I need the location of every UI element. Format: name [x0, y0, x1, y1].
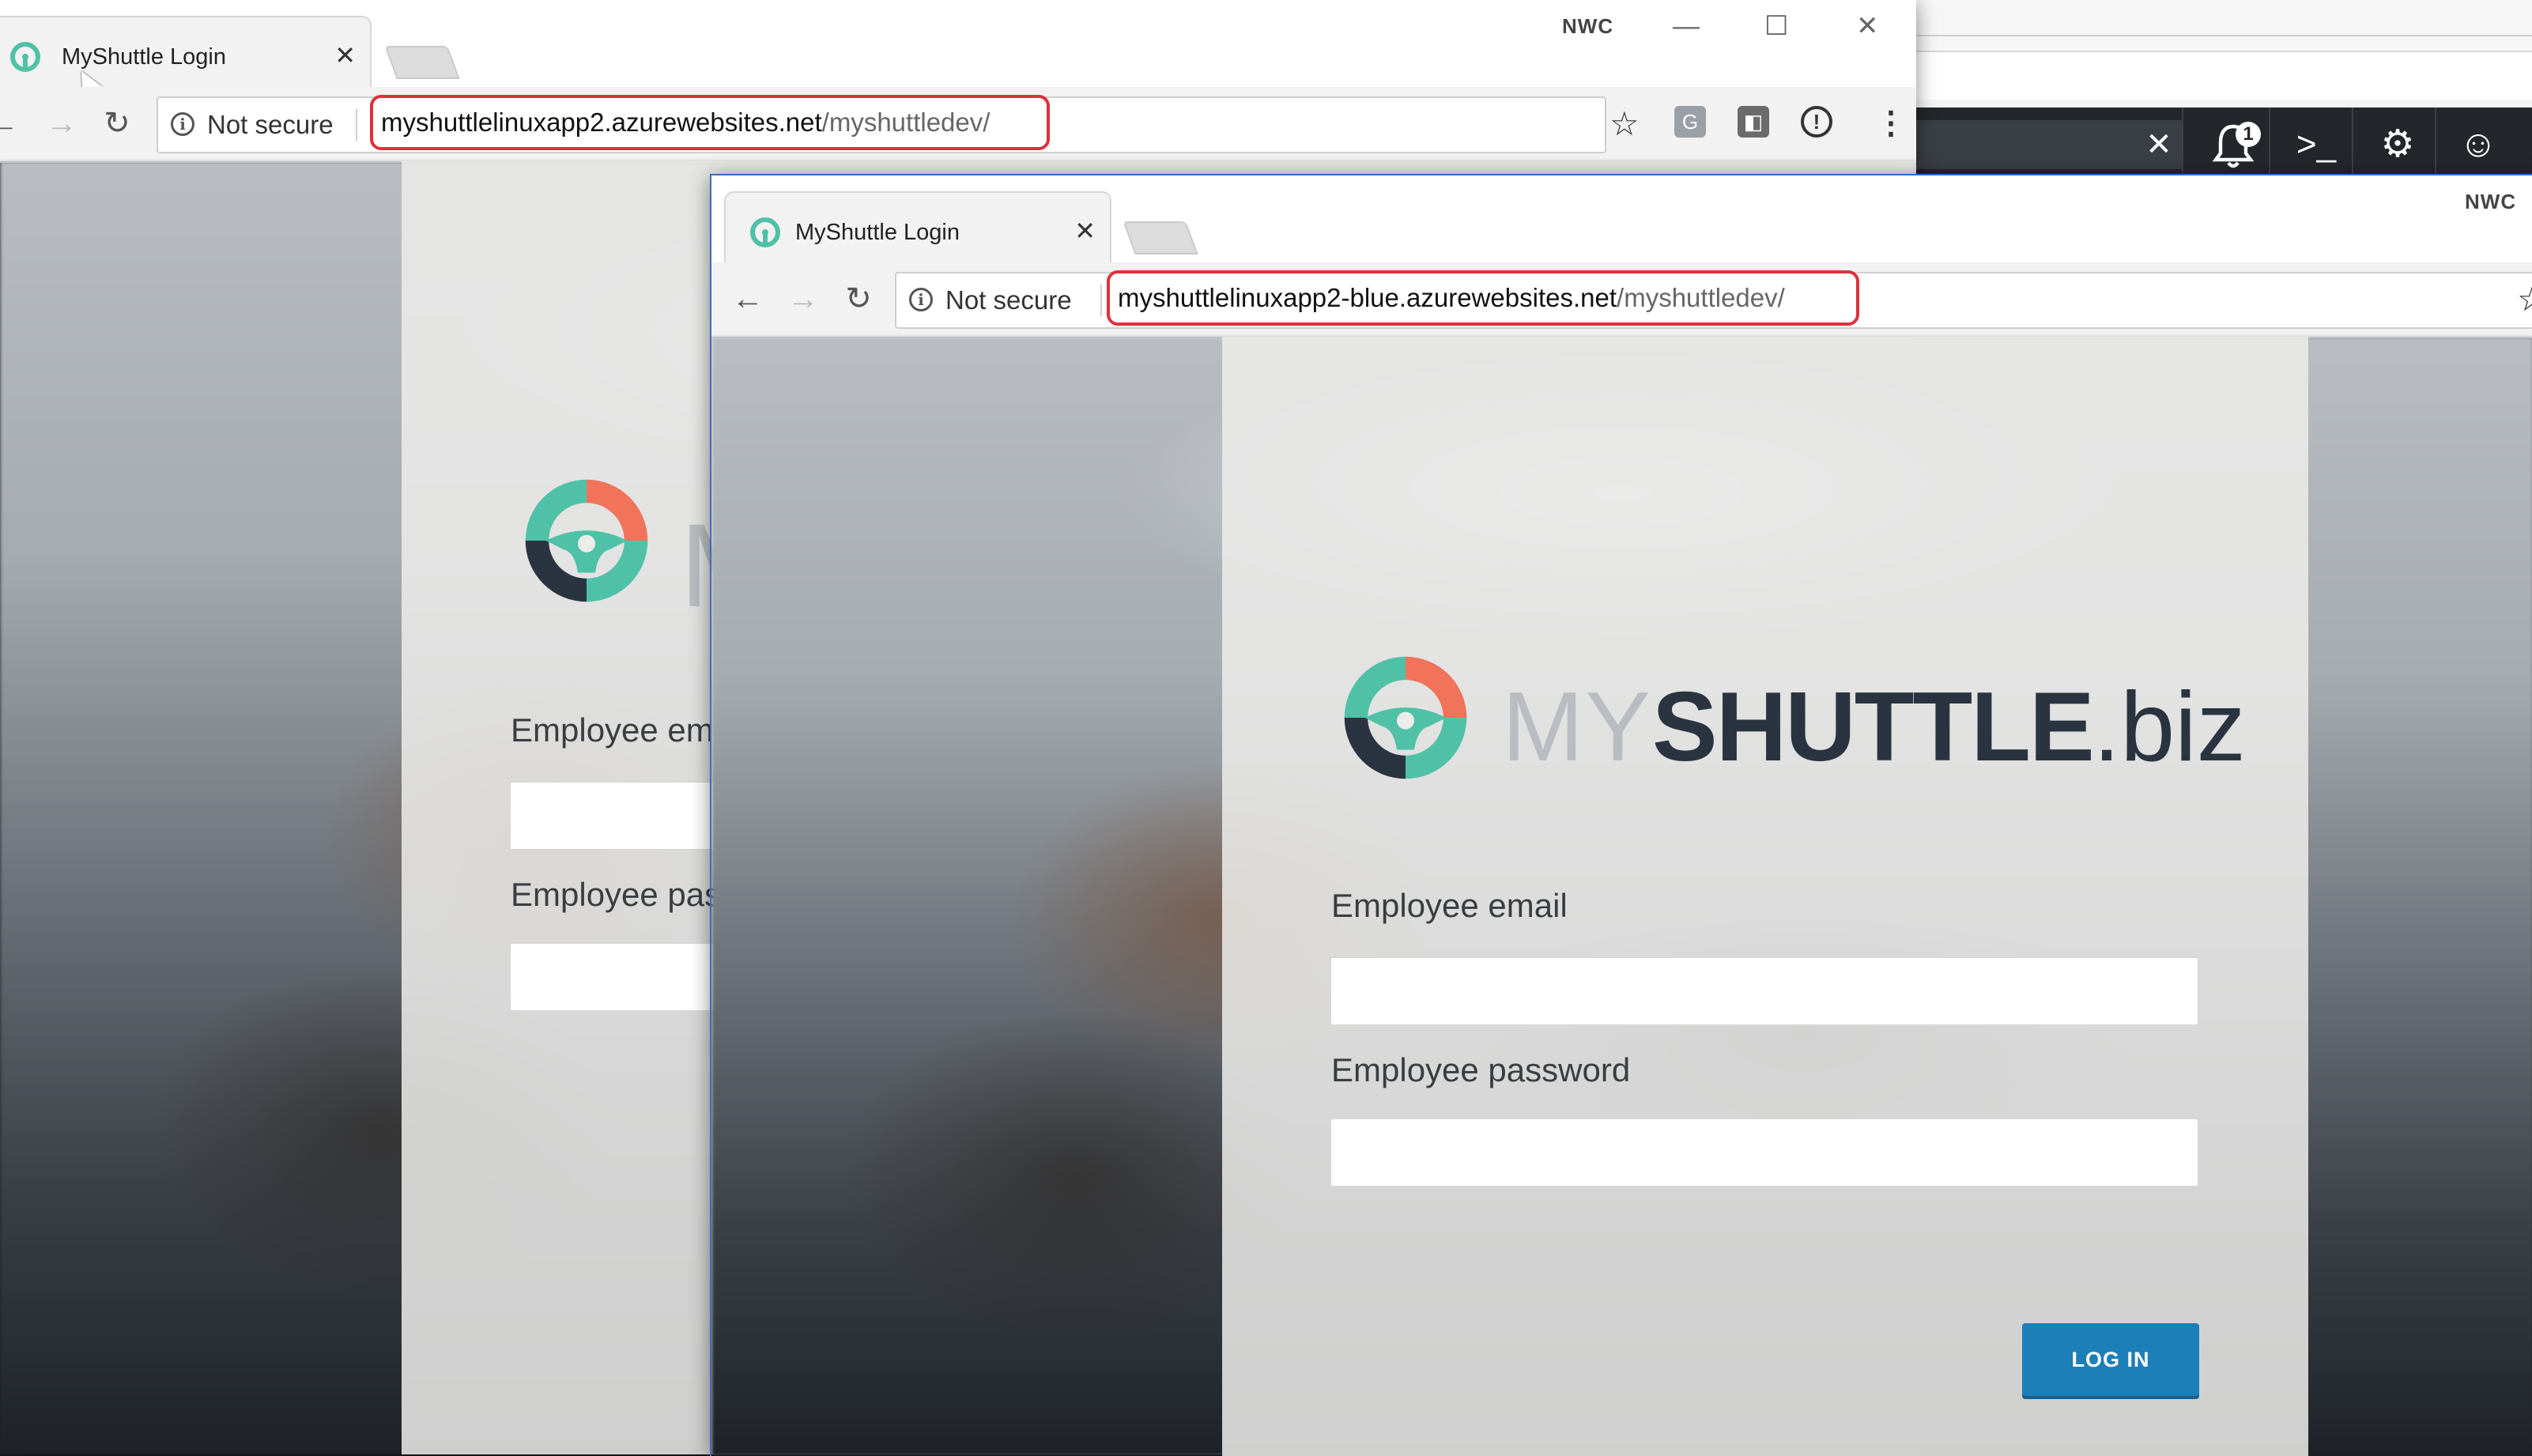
- extension-password-icon[interactable]: !: [1801, 106, 1832, 138]
- logo-wordmark: MYSHUTTLE.biz: [1502, 678, 2246, 776]
- url-host: myshuttlelinuxapp2-blue.azurewebsites.ne…: [1118, 283, 1617, 312]
- tab-myshuttle-login[interactable]: MyShuttle Login ✕: [0, 16, 372, 89]
- myshuttle-logo-icon: [1344, 656, 1467, 779]
- extension-g-icon[interactable]: G: [1674, 106, 1706, 138]
- portal-top-bar: ✕ 1 >_ ⚙ ☺: [1897, 108, 2532, 182]
- bookmark-star-icon[interactable]: ☆: [1609, 104, 1640, 144]
- divider: [356, 109, 357, 141]
- logo-biz: .biz: [2092, 673, 2246, 782]
- back-arrow-icon[interactable]: ←: [0, 101, 25, 145]
- close-window-icon[interactable]: ✕: [1856, 6, 1879, 46]
- url-highlight-annotation: myshuttlelinuxapp2.azurewebsites.net/mys…: [370, 95, 1050, 150]
- notification-count-badge: 1: [2236, 122, 2261, 147]
- tab-close-icon[interactable]: ✕: [1074, 215, 1096, 247]
- logo-my: MY: [1502, 673, 1652, 782]
- password-label: Employee password: [1331, 1051, 1631, 1088]
- email-label: Employee em: [511, 711, 714, 749]
- url-text[interactable]: myshuttlelinuxapp2.azurewebsites.net/mys…: [381, 98, 990, 147]
- extension-pocket-icon[interactable]: ◧: [1738, 106, 1769, 138]
- divider: [1100, 285, 1102, 316]
- bell-icon[interactable]: 1: [2206, 119, 2261, 171]
- bookmark-star-icon[interactable]: ☆: [2517, 280, 2532, 319]
- new-tab-button[interactable]: [384, 46, 460, 79]
- tab-myshuttle-login[interactable]: MyShuttle Login ✕: [724, 191, 1111, 264]
- close-icon[interactable]: ✕: [2131, 119, 2187, 171]
- browser-toolbar: ← → ↻ i Not secure myshuttlelinuxapp2-bl…: [711, 262, 2532, 338]
- gear-icon[interactable]: ⚙: [2370, 119, 2425, 171]
- divider: [2269, 108, 2270, 182]
- maximize-icon[interactable]: ☐: [1764, 6, 1788, 46]
- login-button[interactable]: LOG IN: [2022, 1323, 2199, 1396]
- tab-strip: MyShuttle Login ✕ NWC: [711, 175, 2532, 264]
- back-arrow-icon[interactable]: ←: [726, 277, 770, 321]
- password-label: Employee pas: [511, 876, 722, 913]
- profile-badge: NWC: [1562, 14, 1614, 38]
- minimize-icon[interactable]: —: [1673, 6, 1700, 46]
- url-path: /myshuttledev/: [821, 108, 991, 137]
- address-bar[interactable]: i Not secure myshuttlelinuxapp2-blue.azu…: [895, 270, 2532, 329]
- divider: [2352, 108, 2353, 182]
- tab-title: MyShuttle Login: [795, 220, 960, 245]
- forward-arrow-icon[interactable]: →: [40, 101, 84, 145]
- new-tab-button[interactable]: [1123, 221, 1198, 255]
- login-panel: MYSHUTTLE.biz Employee email Employee pa…: [1222, 337, 2308, 1456]
- security-indicator[interactable]: Not secure: [207, 98, 334, 152]
- myshuttle-favicon-icon: [10, 42, 40, 72]
- portal-header-area: [1913, 51, 2532, 100]
- logo-shuttle: SHUTTLE: [1652, 673, 2095, 782]
- url-highlight-annotation: myshuttlelinuxapp2-blue.azurewebsites.ne…: [1107, 270, 1859, 326]
- divider: [2435, 108, 2436, 182]
- myshuttle-favicon-icon: [750, 217, 780, 247]
- profile-badge: NWC: [2465, 190, 2517, 213]
- reload-icon[interactable]: ↻: [95, 101, 139, 145]
- browser-toolbar: ← → ↻ i Not secure myshuttlelinuxapp2.az…: [0, 87, 1916, 163]
- url-host: myshuttlelinuxapp2.azurewebsites.net: [381, 108, 822, 137]
- divider: [1913, 35, 2532, 36]
- menu-kebab-icon[interactable]: ⋮: [1875, 101, 1907, 145]
- url-path: /myshuttledev/: [1617, 283, 1785, 312]
- url-text[interactable]: myshuttlelinuxapp2-blue.azurewebsites.ne…: [1118, 273, 1785, 323]
- smiley-icon[interactable]: ☺: [2451, 119, 2506, 171]
- divider: [2182, 108, 2183, 182]
- address-bar[interactable]: i Not secure myshuttlelinuxapp2.azureweb…: [157, 95, 1606, 153]
- email-field[interactable]: [1330, 956, 2199, 1026]
- info-icon[interactable]: i: [171, 112, 194, 136]
- reload-icon[interactable]: ↻: [836, 277, 881, 321]
- myshuttle-logo-icon: [525, 479, 648, 602]
- email-label: Employee email: [1331, 887, 1568, 924]
- password-field[interactable]: [1330, 1118, 2199, 1187]
- security-indicator[interactable]: Not secure: [945, 273, 1072, 327]
- tab-strip: MyShuttle Login ✕ NWC — ☐ ✕: [0, 0, 1916, 89]
- tab-close-icon[interactable]: ✕: [334, 40, 356, 71]
- cloud-shell-icon[interactable]: >_: [2289, 119, 2344, 171]
- info-icon[interactable]: i: [909, 288, 933, 311]
- browser-window-front: MyShuttle Login ✕ NWC ← → ↻ i Not secure…: [710, 174, 2532, 1456]
- forward-arrow-icon[interactable]: →: [781, 277, 825, 321]
